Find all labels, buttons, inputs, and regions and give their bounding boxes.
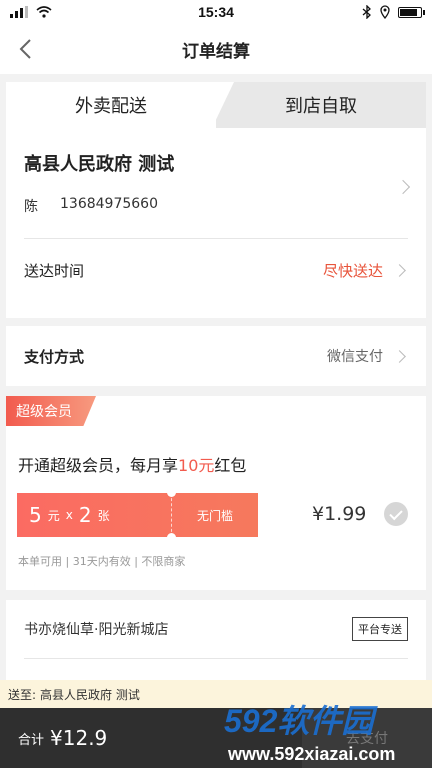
ship-to-address: 高县人民政府 测试 xyxy=(40,687,140,702)
vip-badge: 超级会员 xyxy=(6,396,96,426)
delivery-time-label: 送达时间 xyxy=(24,261,85,280)
status-bar: 15:34 xyxy=(0,0,432,24)
battery-icon xyxy=(398,6,425,18)
payment-label: 支付方式 xyxy=(24,347,85,366)
tab-pickup-label: 到店自取 xyxy=(285,96,357,117)
contact-name: 陈 xyxy=(24,199,38,215)
coupon-amount: 5 xyxy=(29,503,42,527)
coupon-notch xyxy=(167,533,176,542)
payment-card: 支付方式 微信支付 xyxy=(6,326,426,386)
chevron-right-icon xyxy=(393,263,406,277)
chevron-left-icon xyxy=(19,39,31,59)
page-title: 订单结算 xyxy=(182,41,250,62)
coupon-count: 2 xyxy=(78,503,92,527)
tab-delivery[interactable]: 外卖配送 xyxy=(6,82,216,128)
payment-value: 微信支付 xyxy=(327,349,383,365)
bluetooth-icon xyxy=(362,5,371,19)
status-left xyxy=(10,6,130,18)
address-block[interactable]: 高县人民政府 测试 陈 13684975660 xyxy=(6,128,426,238)
delivery-time-value: 尽快送达 xyxy=(322,261,383,280)
coupon-condition: 无门槛 xyxy=(196,508,233,523)
delivery-card: 外卖配送 到店自取 高县人民政府 测试 陈 13684975660 送达时间 尽… xyxy=(6,82,426,318)
signal-icon xyxy=(10,6,28,18)
vip-select-checkbox[interactable] xyxy=(384,502,408,526)
vip-text-before: 开通超级会员，每月享 xyxy=(18,456,179,475)
ship-to-label: 送至: xyxy=(8,687,37,702)
bottom-bar: 合计 ¥12.9 去支付 xyxy=(0,708,432,768)
shop-delivery-tag: 平台专送 xyxy=(352,617,408,641)
location-icon xyxy=(380,5,390,19)
vip-price: ¥1.99 xyxy=(312,503,367,525)
chevron-right-icon xyxy=(393,349,406,363)
nav-bar: 订单结算 xyxy=(0,24,432,74)
shop-card: 书亦烧仙草·阳光新城店 平台专送 xyxy=(6,600,426,688)
delivery-time-row[interactable]: 送达时间 尽快送达 xyxy=(6,239,426,301)
ship-to-bar: 送至: 高县人民政府 测试 xyxy=(0,680,432,708)
status-right xyxy=(302,5,425,19)
delivery-tabs: 外卖配送 到店自取 xyxy=(6,82,426,128)
contact-phone: 13684975660 xyxy=(60,196,158,212)
coupon-notch xyxy=(167,488,176,497)
vip-text-highlight: 10元 xyxy=(178,456,215,475)
status-time: 15:34 xyxy=(198,4,234,20)
vip-text-after: 红包 xyxy=(214,456,247,475)
tab-delivery-label: 外卖配送 xyxy=(75,96,147,117)
coupon-unit: 元 xyxy=(47,508,60,523)
shop-row: 书亦烧仙草·阳光新城店 平台专送 xyxy=(6,600,426,658)
payment-row[interactable]: 支付方式 微信支付 xyxy=(6,326,426,386)
total-label: 合计 xyxy=(18,732,45,748)
submit-button[interactable]: 去支付 xyxy=(302,708,432,768)
vip-offer-text: 开通超级会员，每月享10元红包 xyxy=(18,452,246,476)
back-button[interactable] xyxy=(10,34,40,64)
wifi-icon xyxy=(36,6,52,18)
divider xyxy=(24,658,408,659)
chevron-right-icon xyxy=(395,179,411,195)
coupon-times: x xyxy=(65,508,73,522)
payment-right: 微信支付 xyxy=(327,346,408,366)
total-value: ¥12.9 xyxy=(50,726,108,750)
vip-card: 超级会员 开通超级会员，每月享10元红包 5 元 x 2 张 无门槛 ¥1.99… xyxy=(6,396,426,590)
delivery-time-right: 尽快送达 xyxy=(323,260,408,281)
shop-name: 书亦烧仙草·阳光新城店 xyxy=(24,622,169,638)
address-contact: 陈 13684975660 xyxy=(24,196,408,216)
vip-coupon: 5 元 x 2 张 无门槛 xyxy=(17,488,258,542)
address-title: 高县人民政府 测试 xyxy=(24,154,175,175)
coupon-left: 5 元 x 2 张 xyxy=(17,488,176,542)
coupon-count-unit: 张 xyxy=(97,508,110,523)
vip-terms: 本单可用 | 31天内有效 | 不限商家 xyxy=(18,555,186,568)
